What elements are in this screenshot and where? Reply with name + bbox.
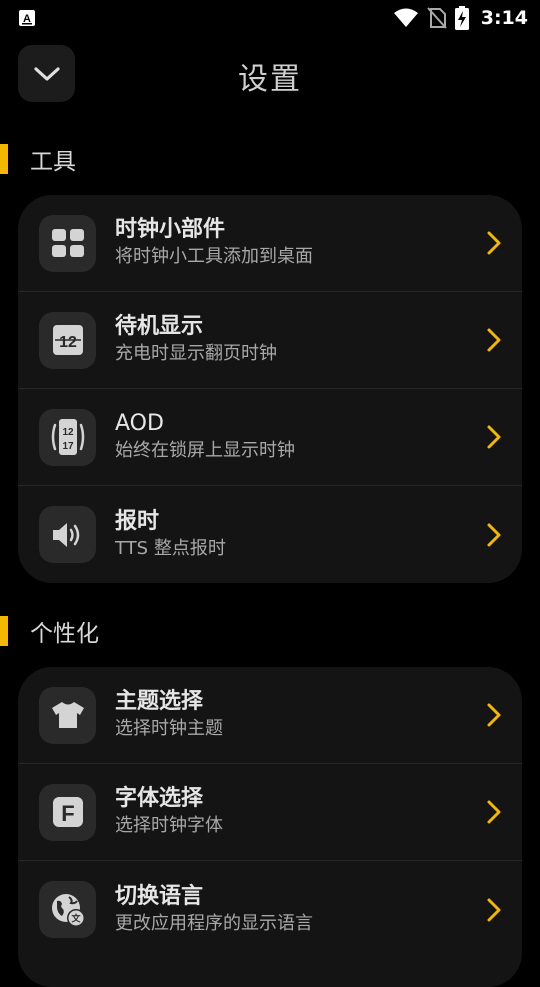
wifi-icon — [393, 8, 418, 27]
flip-clock-icon: 12 — [39, 311, 96, 369]
item-subtitle: 选择时钟字体 — [115, 815, 223, 836]
app-header: 设置 — [0, 36, 540, 112]
item-subtitle: TTS 整点报时 — [115, 537, 226, 559]
chevron-right-icon — [487, 425, 501, 449]
widgets-icon — [39, 214, 96, 272]
chevron-right-icon — [487, 703, 501, 727]
item-subtitle: 充电时显示翻页时钟 — [115, 343, 277, 364]
svg-text:F: F — [61, 801, 74, 826]
section-accent-bar — [0, 144, 8, 174]
item-title: 字体选择 — [115, 786, 204, 811]
section-title: 工具 — [30, 149, 76, 175]
chevron-right-icon — [487, 328, 501, 352]
section-header-tools: 工具 — [0, 144, 540, 175]
item-title: 时钟小部件 — [115, 217, 226, 242]
chevron-right-icon — [487, 523, 501, 546]
tshirt-icon — [39, 686, 96, 744]
settings-item-aod[interactable]: 12 17 AOD 始终在锁屏上显示时钟 — [18, 389, 522, 486]
item-subtitle: 更改应用程序的显示语言 — [115, 912, 313, 934]
svg-text:12: 12 — [62, 427, 74, 438]
item-subtitle: 始终在锁屏上显示时钟 — [115, 440, 295, 461]
item-title: 待机显示 — [115, 314, 204, 339]
no-sim-icon — [426, 7, 447, 29]
item-subtitle: 将时钟小工具添加到桌面 — [115, 246, 313, 267]
svg-text:文: 文 — [70, 912, 81, 923]
svg-text:17: 17 — [62, 441, 74, 452]
tools-card: 时钟小部件 将时钟小工具添加到桌面 12 待机显示 充电时显示翻页时钟 12 1… — [18, 195, 522, 583]
battery-charging-icon — [454, 6, 469, 30]
item-title: 主题选择 — [115, 689, 204, 714]
aod-phone-icon: 12 17 — [39, 408, 96, 466]
item-title: 切换语言 — [115, 883, 204, 909]
personalization-card: 主题选择 选择时钟主题 F 字体选择 选择时钟字体 文 切换语言 更改应用程序的… — [18, 667, 522, 987]
chevron-right-icon — [487, 898, 501, 921]
font-icon: F — [39, 783, 96, 841]
section-title: 个性化 — [30, 621, 99, 647]
section-accent-bar — [0, 616, 8, 646]
chevron-right-icon — [487, 800, 501, 824]
item-title: 报时 — [115, 508, 160, 534]
chevron-right-icon — [487, 231, 501, 255]
item-title: AOD — [115, 411, 164, 436]
settings-item-font[interactable]: F 字体选择 选择时钟字体 — [18, 764, 522, 861]
settings-item-hourly-chime[interactable]: 报时 TTS 整点报时 — [18, 486, 522, 583]
item-subtitle: 选择时钟主题 — [115, 718, 223, 739]
page-title: 设置 — [238, 62, 302, 97]
settings-item-standby-display[interactable]: 12 待机显示 充电时显示翻页时钟 — [18, 292, 522, 389]
section-header-personalization: 个性化 — [0, 616, 540, 647]
status-time: 3:14 — [480, 7, 528, 29]
speaker-icon — [39, 506, 96, 563]
svg-text:12: 12 — [59, 334, 77, 351]
settings-item-clock-widget[interactable]: 时钟小部件 将时钟小工具添加到桌面 — [18, 195, 522, 292]
status-bar: A 3:14 — [0, 0, 540, 36]
settings-item-theme[interactable]: 主题选择 选择时钟主题 — [18, 667, 522, 764]
settings-item-language[interactable]: 文 切换语言 更改应用程序的显示语言 — [18, 861, 522, 958]
notification-app-icon: A — [19, 10, 35, 26]
globe-translate-icon: 文 — [39, 881, 96, 938]
